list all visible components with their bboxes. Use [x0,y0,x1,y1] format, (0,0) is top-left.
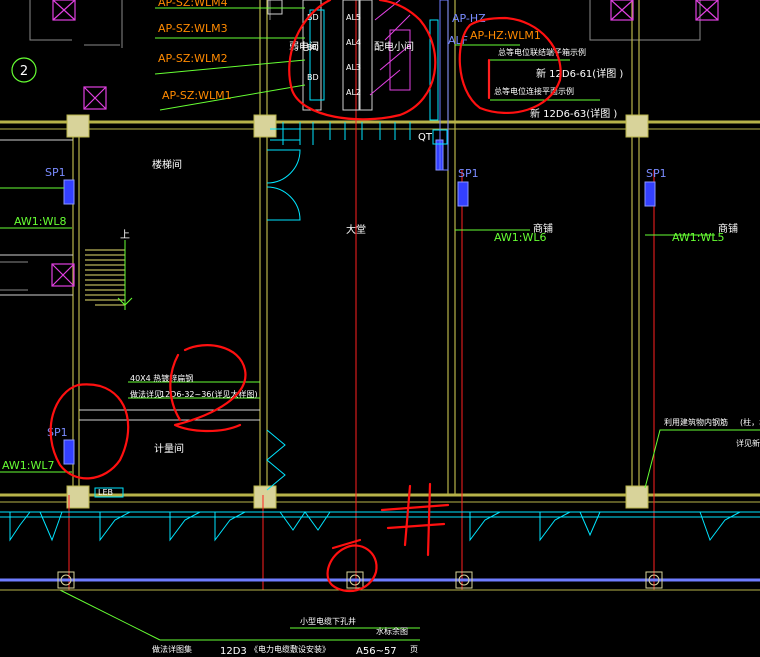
note-equip-bond-ref: 新 12D6-61(详图 ) [536,67,623,80]
feeder-label: AP-SZ:WLM4 [158,0,228,9]
riser-equipment [267,0,449,171]
sp-panel [63,439,75,465]
note-local-bond: 总等电位连接平面示例 [494,86,574,96]
axis-number: 2 [20,64,28,79]
note-local-bond-ref: 新 12D6-63(详图 ) [530,107,617,120]
column-block [66,485,90,509]
sp-label: SP1 [45,166,66,179]
note-bottom-code: 12D3 [220,646,247,657]
room-name-stair: 楼梯间 [152,158,182,171]
feeder-label: AP-HZ:WLM1 [470,29,541,42]
walls [0,0,760,503]
room-name-meter: 计量间 [154,442,184,455]
panel-label: ALF [448,34,468,47]
note-bottom-page-tail: 页 [410,645,418,654]
stair-up-mark: 上 [120,229,130,241]
sp-panel [63,179,75,205]
leader-lines [0,7,760,641]
sp-panel [457,181,469,207]
note-equip-bond: 总等电位联结端子箱示例 [498,47,586,57]
equip-tag: AL5 [346,13,361,22]
panel-label: AP-HZ [452,12,486,25]
column-block [253,485,277,509]
note-rebar: 利用建筑物内钢筋 [664,417,728,427]
room-name-dist: 配电小间 [374,40,414,53]
room-name-shop-b: 商铺 [718,222,738,235]
equip-tag: BD [307,73,319,82]
note-bottom-2: 水标余图 [376,626,408,636]
note-flat-steel-prefix: 做法详见 [130,389,162,399]
sp-panel [644,181,656,207]
equipment-tags: BD BD BD AL5 AL4 AL3 AL2 QT LEB [98,13,433,497]
note-flat-steel-ref: 12D6-32~36(详见大样图) [160,389,258,399]
note-bottom-3: 做法详图集 [152,644,192,654]
column-block [66,114,90,138]
equip-tag: LEB [98,488,113,497]
circuit-label: AW1:WL7 [2,459,55,472]
cable-rail [0,571,760,591]
sp-label: SP1 [458,167,479,180]
note-flat-steel: 40X4 热镀锌扁钢 [130,373,193,383]
sp-label: SP1 [646,167,667,180]
column-block [253,114,277,138]
sp-panels [63,139,656,465]
feeder-label: AP-SZ:WLM3 [158,22,228,35]
cad-drawing-canvas: 2 AP-SZ:WLM4 AP-SZ:WLM3 AP-SZ:WLM2 AP-SZ… [0,0,760,657]
equip-tag: AL2 [346,88,361,97]
stair [85,240,133,310]
column-block [625,114,649,138]
axis-bubble: 2 [11,57,37,83]
feeder-label: AP-SZ:WLM1 [162,89,232,102]
equip-tag: QT [418,132,433,143]
markup-number-two [173,344,247,433]
room-name-shop-a: 商铺 [533,222,553,235]
markup-circle-two [326,538,378,593]
column-block [625,485,649,509]
feeder-label: AP-SZ:WLM2 [158,52,228,65]
circuit-label: AW1:WL5 [672,231,725,244]
equip-tag: AL4 [346,38,361,47]
note-rebar-tail: (柱，墙 [740,417,760,427]
note-bottom-1: 小型电缆下孔井 [300,616,356,626]
circuit-label: AW1:WL8 [14,215,67,228]
note-see-detail: 详见新 [736,438,760,448]
note-bottom-page: A56~57 [356,646,397,657]
circuit-labels: AW1:WL8 AW1:WL7 AW1:WL6 AW1:WL5 [2,215,725,472]
note-bottom-book: 《电力电缆敷设安装》 [250,644,330,654]
room-name-lobby: 大堂 [346,223,366,236]
equip-tag: AL3 [346,63,361,72]
notes: 总等电位联结端子箱示例 新 12D6-61(详图 ) 总等电位连接平面示例 新 … [130,47,760,657]
